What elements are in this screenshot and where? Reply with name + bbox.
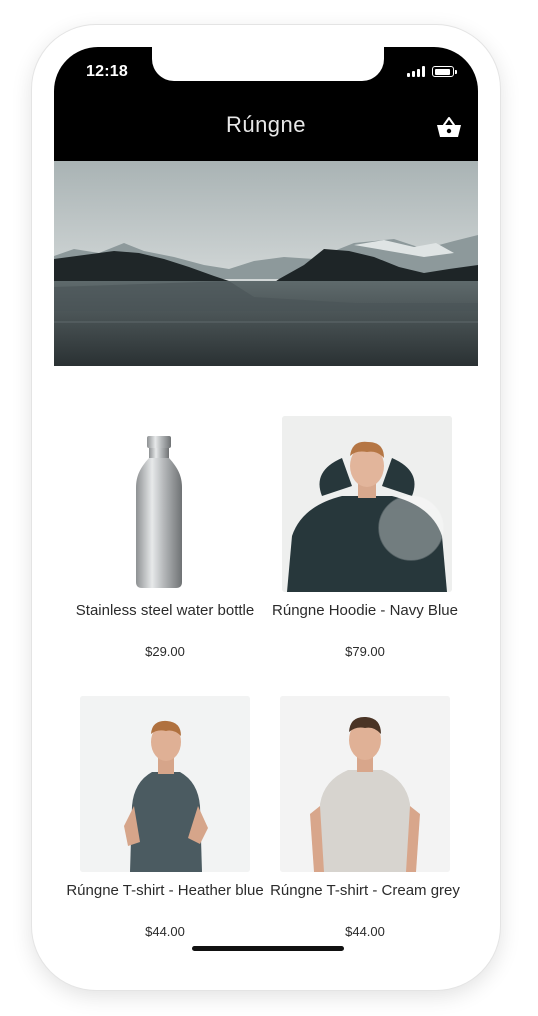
status-icons [407, 66, 457, 77]
tshirt-grey-image [280, 696, 450, 872]
product-name[interactable]: Stainless steel water bottle [54, 602, 276, 620]
status-time: 12:18 [86, 63, 128, 80]
product-name[interactable]: Rúngne T-shirt - Cream grey [254, 882, 476, 900]
signal-icon [407, 66, 425, 77]
phone-frame: 12:18 Rúngne Stainless steel water bottl… [32, 25, 500, 990]
water-bottle-image [120, 416, 200, 592]
store-title: Rúngne [225, 112, 307, 137]
product-price: $44.00 [145, 924, 185, 939]
product-price: $29.00 [145, 644, 185, 659]
hero-banner-image [54, 161, 478, 366]
app-header: 12:18 Rúngne [54, 47, 478, 161]
basket-icon[interactable] [436, 115, 462, 139]
product-name[interactable]: Rúngne Hoodie - Navy Blue [254, 602, 476, 620]
hoodie-image [282, 416, 452, 592]
device-notch [152, 47, 384, 81]
tshirt-blue-image [80, 696, 250, 872]
product-price: $44.00 [345, 924, 385, 939]
product-name[interactable]: Rúngne T-shirt - Heather blue [54, 882, 276, 900]
home-indicator[interactable] [192, 946, 344, 951]
app-screen: 12:18 Rúngne Stainless steel water bottl… [54, 47, 478, 968]
product-price: $79.00 [345, 644, 385, 659]
battery-icon [432, 66, 457, 77]
